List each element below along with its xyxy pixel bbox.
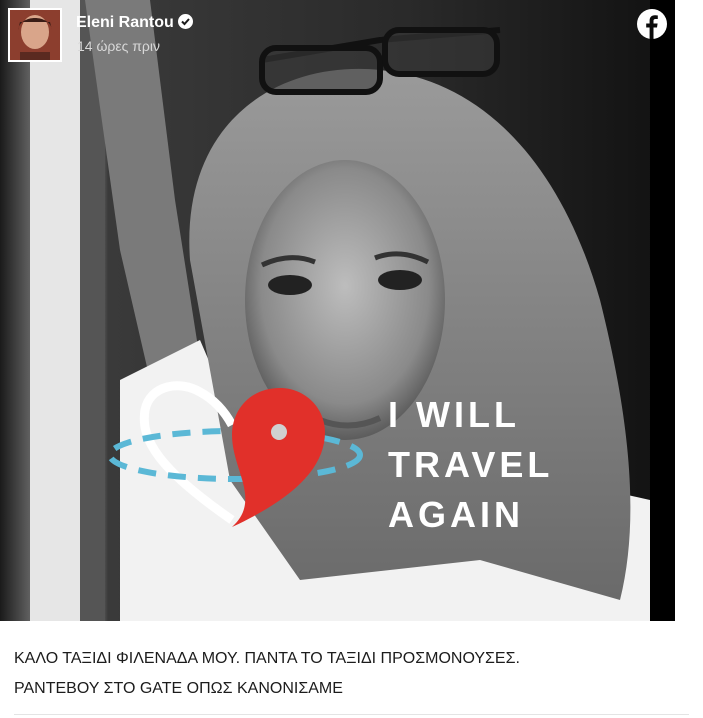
overlay-line-2: TRAVEL: [388, 444, 554, 485]
overlay-slogan: I WILL TRAVEL AGAIN: [388, 390, 553, 540]
overlay-line-1: I WILL: [388, 394, 520, 435]
author-name[interactable]: Eleni Rantou: [76, 14, 193, 32]
portrait-photo: [0, 0, 675, 621]
avatar[interactable]: [8, 8, 62, 62]
author-name-text: Eleni Rantou: [76, 14, 174, 31]
post-header: Eleni Rantou 14 ώρες πριν: [8, 8, 668, 66]
caption-line-2: ΡΑΝΤΕΒΟΥ ΣΤΟ GATE ΟΠΩΣ ΚΑΝΟΝΙΣΑΜΕ: [14, 680, 343, 697]
verified-badge-icon: [177, 14, 193, 29]
post-photo[interactable]: I WILL TRAVEL AGAIN Eleni Rantou 14 ώρες…: [0, 0, 675, 621]
post-timestamp[interactable]: 14 ώρες πριν: [77, 38, 160, 54]
divider: [14, 714, 689, 715]
overlay-line-3: AGAIN: [388, 494, 524, 535]
facebook-icon[interactable]: [637, 9, 667, 39]
post-caption: ΚΑΛΟ ΤΑΞΙΔΙ ΦΙΛΕΝΑΔΑ ΜΟΥ. ΠΑΝΤΑ ΤΟ ΤΑΞΙΔ…: [14, 644, 684, 704]
caption-line-1: ΚΑΛΟ ΤΑΞΙΔΙ ΦΙΛΕΝΑΔΑ ΜΟΥ. ΠΑΝΤΑ ΤΟ ΤΑΞΙΔ…: [14, 650, 520, 667]
facebook-post-embed: I WILL TRAVEL AGAIN Eleni Rantou 14 ώρες…: [0, 0, 703, 718]
avatar-image: [10, 10, 60, 60]
